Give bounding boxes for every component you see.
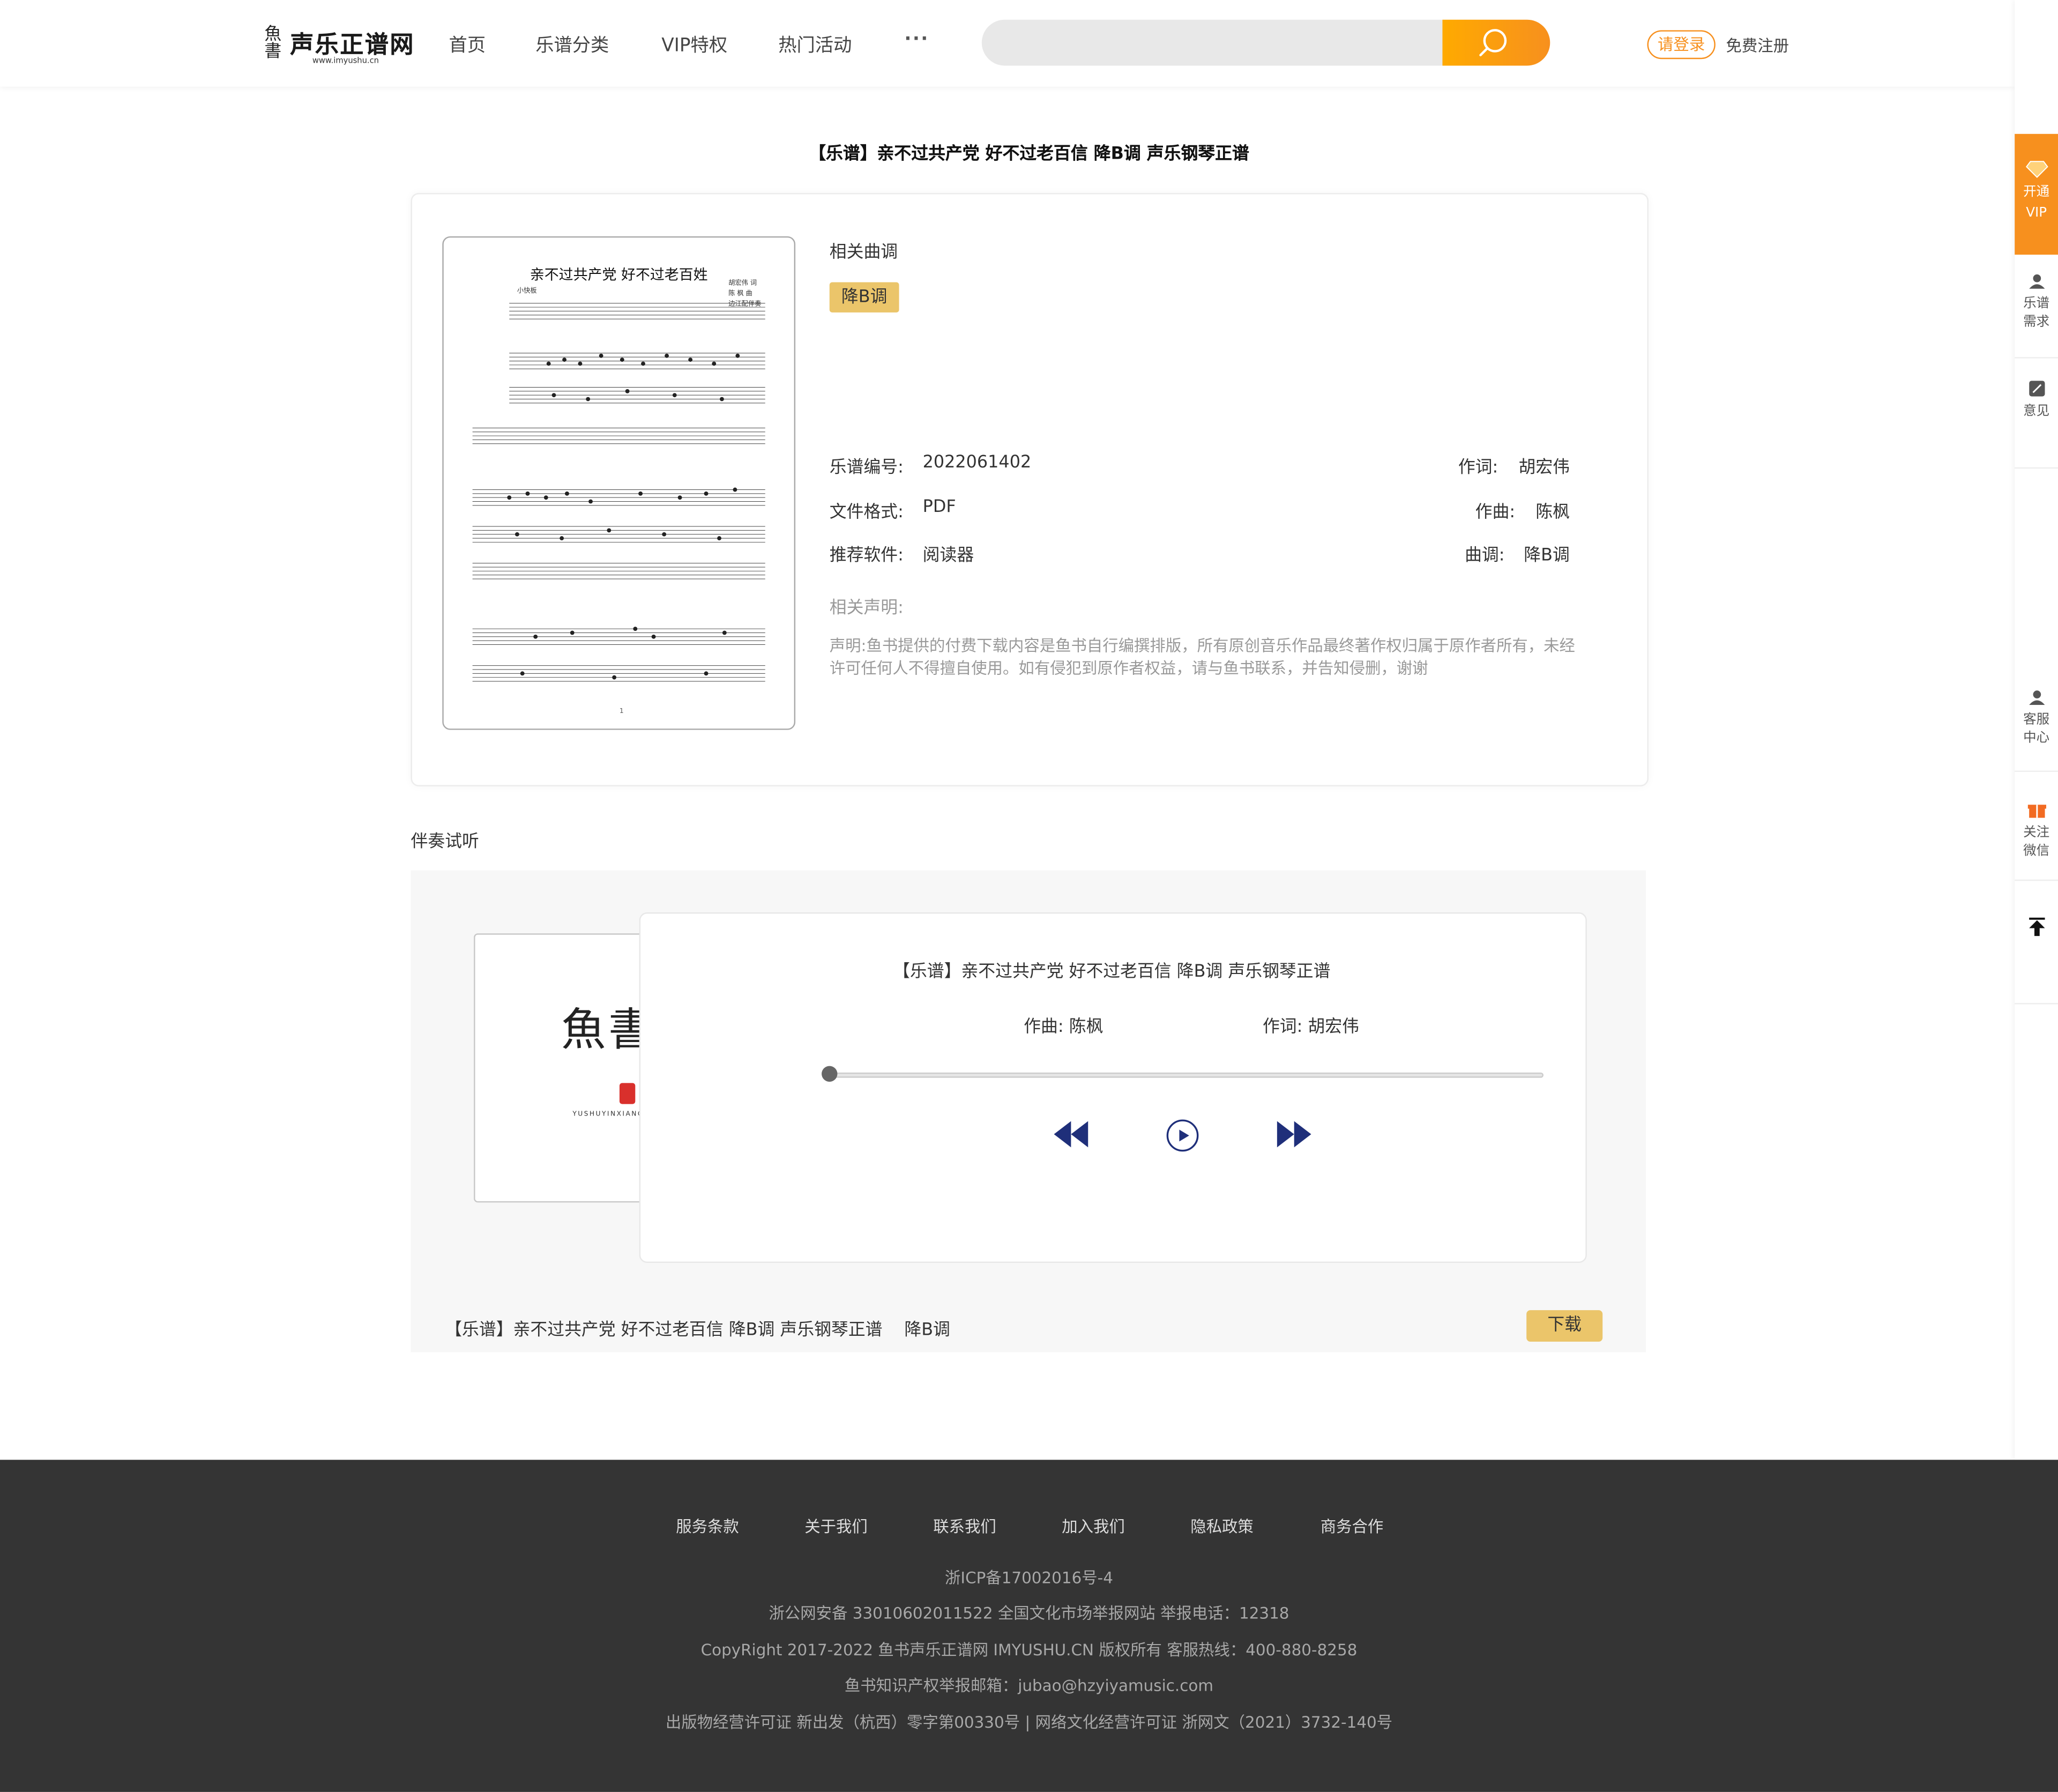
track-composer: 作曲: 陈枫 bbox=[1024, 1017, 1103, 1037]
footer-icp[interactable]: 浙ICP备17002016号-4 bbox=[0, 1566, 2058, 1589]
svg-text:1: 1 bbox=[620, 707, 624, 715]
footer-about[interactable]: 关于我们 bbox=[804, 1515, 868, 1537]
rail-back-to-top[interactable] bbox=[2015, 916, 2058, 1005]
format-label: 文件格式: bbox=[829, 502, 904, 523]
rail-feedback-label: 意见 bbox=[2023, 404, 2050, 419]
key-tag[interactable]: 降B调 bbox=[829, 282, 899, 313]
edit-icon bbox=[2028, 381, 2045, 397]
rail-open-vip[interactable]: 开通 VIP bbox=[2015, 133, 2058, 255]
bottom-track-title: 【乐谱】亲不过共产党 好不过老百信 降B调 声乐钢琴正谱 bbox=[445, 1320, 883, 1341]
progress-knob[interactable] bbox=[822, 1066, 838, 1082]
site-logo-text[interactable]: 声乐正谱网 bbox=[290, 26, 415, 61]
key-label: 曲调: bbox=[1465, 546, 1505, 566]
software-label: 推荐软件: bbox=[829, 546, 904, 566]
more-menu-icon[interactable]: ··· bbox=[904, 29, 929, 50]
rail-vip-line1: 开通 bbox=[2023, 185, 2050, 200]
score-preview-image[interactable]: 亲不过共产党 好不过老百姓 小快板 胡宏伟 词陈 枫 曲边江配伴奏 1 bbox=[442, 236, 796, 730]
rail-wechat-line1: 关注 bbox=[2023, 826, 2050, 841]
footer-business[interactable]: 商务合作 bbox=[1321, 1515, 1384, 1537]
composer-value: 陈枫 bbox=[1535, 502, 1570, 523]
bottom-track-key: 降B调 bbox=[904, 1320, 950, 1341]
search-input[interactable] bbox=[981, 19, 1443, 66]
site-logo-url: www.imyushu.cn bbox=[312, 56, 379, 66]
forward-icon bbox=[1277, 1121, 1311, 1148]
nav-categories[interactable]: 乐谱分类 bbox=[535, 32, 609, 58]
footer-privacy[interactable]: 隐私政策 bbox=[1190, 1515, 1254, 1537]
lyricist-label: 作词: bbox=[1458, 458, 1498, 478]
rail-customer-service[interactable]: 客服 中心 bbox=[2015, 689, 2058, 772]
rewind-icon bbox=[1054, 1121, 1088, 1148]
rail-service-line2: 中心 bbox=[2023, 731, 2050, 746]
progress-bar[interactable] bbox=[829, 1072, 1544, 1078]
arrow-up-icon bbox=[2028, 917, 2045, 936]
login-button[interactable]: 请登录 bbox=[1647, 30, 1716, 60]
rail-demand-line2: 需求 bbox=[2023, 315, 2050, 330]
download-button[interactable]: 下载 bbox=[1526, 1310, 1603, 1342]
page-title: 【乐谱】亲不过共产党 好不过老百信 降B调 声乐钢琴正谱 bbox=[809, 144, 1249, 165]
nav-home[interactable]: 首页 bbox=[449, 32, 486, 58]
track-title: 【乐谱】亲不过共产党 好不过老百信 降B调 声乐钢琴正谱 bbox=[893, 962, 1331, 982]
statement-label: 相关声明: bbox=[829, 598, 904, 619]
rail-vip-line2: VIP bbox=[2026, 206, 2047, 221]
nav-events[interactable]: 热门活动 bbox=[778, 32, 852, 58]
play-button[interactable] bbox=[1166, 1119, 1200, 1153]
play-circle-icon bbox=[1166, 1119, 1199, 1152]
sheet-music-staves: 1 bbox=[472, 303, 765, 715]
gift-icon bbox=[2027, 805, 2046, 818]
cover-seal bbox=[619, 1083, 636, 1104]
track-lyricist: 作词: 胡宏伟 bbox=[1262, 1017, 1359, 1037]
footer-licenses: 出版物经营许可证 新出发（杭西）零字第00330号 | 网络文化经营许可证 浙网… bbox=[665, 1713, 1393, 1732]
related-key-label: 相关曲调 bbox=[829, 243, 898, 263]
nav-vip[interactable]: VIP特权 bbox=[661, 32, 727, 58]
search-button[interactable] bbox=[1442, 19, 1550, 66]
footer-terms[interactable]: 服务条款 bbox=[676, 1515, 739, 1537]
rail-score-demand[interactable]: 乐谱 需求 bbox=[2015, 273, 2058, 359]
lyricist-value: 胡宏伟 bbox=[1518, 458, 1570, 478]
rail-feedback[interactable]: 意见 bbox=[2015, 381, 2058, 469]
footer-copyright: CopyRight 2017-2022 鱼书声乐正谱网 IMYUSHU.CN 版… bbox=[700, 1641, 1358, 1660]
forward-button[interactable] bbox=[1276, 1117, 1313, 1151]
diamond-icon bbox=[2025, 161, 2048, 179]
footer-join[interactable]: 加入我们 bbox=[1062, 1515, 1125, 1537]
software-value: 阅读器 bbox=[922, 546, 974, 566]
search-icon bbox=[1479, 29, 1507, 57]
format-value: PDF bbox=[922, 497, 956, 517]
rail-service-line1: 客服 bbox=[2023, 712, 2050, 727]
footer-contact[interactable]: 联系我们 bbox=[933, 1515, 996, 1537]
rail-follow-wechat[interactable]: 关注 微信 bbox=[2015, 801, 2058, 881]
section-title-accompaniment: 伴奏试听 bbox=[411, 832, 479, 852]
number-label: 乐谱编号: bbox=[829, 458, 904, 478]
logo-icon[interactable]: 魚書 bbox=[258, 26, 287, 68]
rail-demand-line1: 乐谱 bbox=[2023, 296, 2050, 311]
statement-text: 声明:鱼书提供的付费下载内容是鱼书自行编撰排版，所有原创音乐作品最终著作权归属于… bbox=[829, 636, 1575, 678]
rewind-button[interactable] bbox=[1053, 1117, 1090, 1151]
headset-icon bbox=[2028, 690, 2045, 705]
number-value: 2022061402 bbox=[922, 452, 1032, 473]
register-link[interactable]: 免费注册 bbox=[1726, 34, 1789, 57]
composer-label: 作曲: bbox=[1475, 502, 1516, 523]
key-value: 降B调 bbox=[1524, 546, 1570, 566]
site-footer bbox=[0, 1460, 2058, 1792]
rail-wechat-line2: 微信 bbox=[2023, 844, 2050, 859]
user-icon bbox=[2028, 274, 2045, 289]
footer-security[interactable]: 浙公网安备 33010602011522 全国文化市场举报网站 举报电话：123… bbox=[0, 1602, 2058, 1624]
footer-report-email: 鱼书知识产权举报邮箱：jubao@hzyiyamusic.com bbox=[844, 1676, 1214, 1695]
